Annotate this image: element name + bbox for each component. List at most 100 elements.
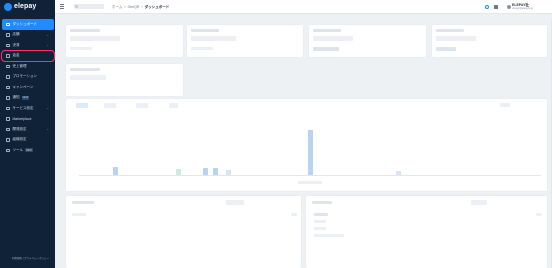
- skeleton-line: [226, 200, 244, 205]
- sidebar-item-3[interactable]: 返金: [1, 50, 55, 62]
- sidebar: elepay ダッシュボード 店舗 ⌄ 決済 ⌄ 返金 売上管理 プロモーション キャンペーン通…: [0, 0, 55, 268]
- notice-icon: [6, 96, 10, 100]
- sidebar-item-6[interactable]: キャンペーン: [2, 82, 54, 93]
- new-badge: NEW: [25, 148, 33, 153]
- sidebar-item-label: ツール: [12, 147, 24, 152]
- sidebar-item-8[interactable]: サービス設定 ⌄: [2, 103, 54, 114]
- chart-bar: [176, 169, 181, 175]
- chevron-down-icon: ⌄: [46, 43, 49, 48]
- sidebar-item-5[interactable]: プロモーション: [2, 72, 54, 83]
- promotion-icon: [6, 75, 10, 79]
- bell-icon[interactable]: [494, 5, 498, 9]
- sidebar-nav: ダッシュボード 店舗 ⌄ 決済 ⌄ 返金 売上管理 プロモーション キャンペーン 通知 NEW サービ…: [1, 19, 55, 156]
- service-settings-icon: [6, 106, 10, 110]
- user-menu[interactable]: ELEPAY社 elepay@elestyle.jp: [512, 3, 533, 10]
- tool-icon: [6, 148, 10, 152]
- sidebar-item-label: 決済: [12, 42, 20, 47]
- sidebar-item-1[interactable]: 店舗 ⌄: [2, 30, 54, 41]
- skeleton-line: [536, 213, 542, 216]
- skeleton-line: [191, 36, 236, 41]
- sidebar-item-label: ダッシュボード: [12, 21, 38, 26]
- skeleton-line: [291, 213, 297, 216]
- chevron-down-icon: ⌄: [46, 32, 49, 37]
- sidebar-item-2[interactable]: 決済 ⌄: [2, 40, 54, 51]
- breadcrumb-separator: ›: [141, 5, 143, 9]
- marketplace-icon: [6, 117, 10, 121]
- chart-bar: [396, 171, 401, 175]
- shop-avatar-icon: [75, 5, 78, 8]
- skeleton-line: [70, 36, 120, 41]
- skeleton-line: [72, 201, 94, 204]
- dashboard-icon: [6, 22, 10, 26]
- skeleton-line: [314, 220, 326, 223]
- chart-bar: [113, 167, 118, 175]
- chart-tab[interactable]: [76, 103, 88, 108]
- store-icon: [6, 33, 10, 37]
- list-card: [306, 196, 547, 268]
- breadcrumb: ホーム › OneQR › ダッシュボード: [112, 5, 169, 10]
- developer-icon: [6, 127, 10, 131]
- skeleton-line: [500, 103, 510, 107]
- skeleton-line: [70, 29, 100, 32]
- chart-bar: [226, 170, 231, 175]
- skeleton-line: [314, 234, 344, 237]
- payment-icon: [6, 43, 10, 47]
- user-avatar-icon[interactable]: [507, 5, 511, 9]
- chart-tab[interactable]: [136, 103, 148, 108]
- sales-icon: [6, 64, 10, 68]
- skeleton-line: [70, 68, 100, 71]
- skeleton-line: [313, 36, 353, 41]
- breadcrumb-app[interactable]: OneQR: [128, 5, 140, 10]
- breadcrumb-home[interactable]: ホーム: [112, 5, 122, 10]
- sidebar-item-0[interactable]: ダッシュボード: [2, 19, 54, 30]
- sidebar-item-12[interactable]: ツール NEW: [2, 145, 54, 156]
- shop-selector[interactable]: [74, 4, 104, 9]
- stat-card: [432, 25, 547, 57]
- skeleton-line: [191, 47, 213, 50]
- hamburger-menu-icon[interactable]: [60, 4, 64, 9]
- sidebar-item-label: 組織設定: [12, 137, 27, 142]
- stat-card: [187, 25, 303, 57]
- skeleton-line: [436, 36, 476, 41]
- skeleton-line: [313, 47, 339, 51]
- skeleton-line: [191, 29, 219, 32]
- sidebar-item-label: 通知: [12, 95, 20, 100]
- brand-logo[interactable]: elepay: [4, 3, 36, 11]
- skeleton-line: [312, 201, 332, 204]
- sidebar-footer-links[interactable]: 利用規約 | プライバシーポリシー: [12, 256, 49, 260]
- skeleton-line: [471, 200, 487, 205]
- new-badge: NEW: [21, 95, 30, 100]
- skeleton-line: [436, 29, 464, 32]
- sidebar-item-4[interactable]: 売上管理: [2, 61, 54, 72]
- brand-logo-icon: [4, 3, 12, 11]
- dashboard-content: [61, 20, 547, 268]
- sidebar-item-label: Marketplace: [12, 116, 32, 121]
- stat-card: [66, 64, 183, 96]
- sidebar-item-11[interactable]: 組織設定: [2, 135, 54, 146]
- breadcrumb-separator: ›: [124, 5, 126, 9]
- chart-bar: [213, 168, 218, 175]
- sidebar-item-label: 開発設定: [12, 126, 27, 131]
- chevron-down-icon: ⌄: [46, 127, 49, 132]
- organization-icon: [6, 138, 10, 142]
- chart-tab[interactable]: [104, 103, 116, 108]
- sidebar-item-10[interactable]: 開発設定 ⌄: [2, 124, 54, 135]
- chart-tab[interactable]: [169, 103, 178, 108]
- sidebar-item-label: キャンペーン: [12, 84, 34, 89]
- refund-icon: [6, 54, 10, 58]
- skeleton-line: [72, 213, 86, 216]
- sidebar-item-label: サービス設定: [12, 105, 34, 110]
- skeleton-line: [314, 213, 328, 216]
- help-icon[interactable]: [485, 5, 489, 9]
- stat-card: [309, 25, 426, 57]
- sidebar-item-label: 返金: [12, 53, 20, 58]
- sidebar-item-7[interactable]: 通知 NEW: [2, 93, 54, 104]
- skeleton-line: [313, 29, 341, 32]
- skeleton-line: [314, 227, 326, 230]
- topbar: ホーム › OneQR › ダッシュボード ELEPAY社 elepay@ele…: [55, 0, 552, 14]
- sidebar-item-9[interactable]: Marketplace: [2, 114, 54, 125]
- skeleton-line: [70, 47, 92, 50]
- chart-card: [66, 99, 547, 191]
- skeleton-line: [298, 181, 322, 184]
- sidebar-item-label: プロモーション: [12, 74, 37, 79]
